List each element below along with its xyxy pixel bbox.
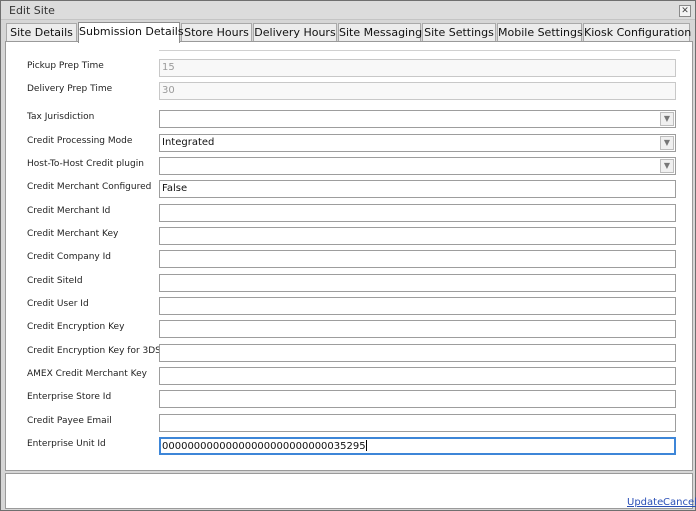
credit-processing-mode-select[interactable]: Integrated ▼ bbox=[159, 134, 676, 152]
tab-submission-details[interactable]: Submission Details bbox=[78, 22, 184, 43]
tab-kiosk-configuration[interactable]: Kiosk Configuration bbox=[583, 23, 691, 42]
chevron-down-icon[interactable]: ▼ bbox=[660, 159, 674, 173]
close-icon[interactable]: ✕ bbox=[679, 5, 691, 17]
credit-payee-email-field[interactable] bbox=[159, 414, 676, 432]
amex-credit-merchant-key-field[interactable] bbox=[159, 367, 676, 385]
credit-merchant-id-label: Credit Merchant Id bbox=[27, 206, 111, 216]
dialog-title: Edit Site bbox=[9, 4, 55, 17]
credit-merchant-key-field[interactable] bbox=[159, 227, 676, 245]
tab-site-settings[interactable]: Site Settings bbox=[422, 23, 496, 42]
credit-user-id-label: Credit User Id bbox=[27, 299, 89, 309]
form-row-pickup-prep-time: Pickup Prep Time 15 bbox=[6, 59, 694, 77]
credit-encryption-key-3ds-label: Credit Encryption Key for 3DS bbox=[27, 346, 161, 356]
tax-jurisdiction-label: Tax Jurisdiction bbox=[27, 112, 95, 122]
text-caret bbox=[365, 440, 367, 451]
form-row-credit-encryption-key: Credit Encryption Key bbox=[6, 320, 694, 338]
chevron-down-icon[interactable]: ▼ bbox=[660, 112, 674, 126]
credit-user-id-field[interactable] bbox=[159, 297, 676, 315]
credit-merchant-id-field[interactable] bbox=[159, 204, 676, 222]
form-row-enterprise-store-id: Enterprise Store Id bbox=[6, 390, 694, 408]
credit-payee-email-label: Credit Payee Email bbox=[27, 416, 112, 426]
delivery-prep-time-field: 30 bbox=[159, 82, 676, 100]
form-row-credit-merchant-id: Credit Merchant Id bbox=[6, 204, 694, 222]
delivery-prep-time-label: Delivery Prep Time bbox=[27, 84, 113, 94]
update-link[interactable]: Update bbox=[627, 497, 663, 508]
enterprise-unit-id-label: Enterprise Unit Id bbox=[27, 439, 106, 449]
tab-bar: Site Details Submission Details Store Ho… bbox=[6, 22, 692, 43]
form-row-credit-payee-email: Credit Payee Email bbox=[6, 414, 694, 432]
form-row-credit-processing-mode: Credit Processing Mode Integrated ▼ bbox=[6, 134, 694, 152]
tab-delivery-hours[interactable]: Delivery Hours bbox=[253, 23, 337, 42]
credit-company-id-label: Credit Company Id bbox=[27, 252, 111, 262]
credit-merchant-key-label: Credit Merchant Key bbox=[27, 229, 119, 239]
form-row-amex-credit-merchant-key: AMEX Credit Merchant Key bbox=[6, 367, 694, 385]
enterprise-unit-id-value: 00000000000000000000000000035295 bbox=[162, 441, 366, 452]
pickup-prep-time-field: 15 bbox=[159, 59, 676, 77]
credit-company-id-field[interactable] bbox=[159, 250, 676, 268]
form-row-credit-siteid: Credit SiteId bbox=[6, 274, 694, 292]
edit-site-dialog: Edit Site ✕ Site Details Submission Deta… bbox=[0, 0, 696, 511]
submission-details-panel: Pickup Prep Time 15 Delivery Prep Time 3… bbox=[5, 41, 693, 471]
form-row-credit-encryption-key-3ds: Credit Encryption Key for 3DS bbox=[6, 344, 694, 362]
credit-siteid-field[interactable] bbox=[159, 274, 676, 292]
enterprise-store-id-field[interactable] bbox=[159, 390, 676, 408]
amex-credit-merchant-key-label: AMEX Credit Merchant Key bbox=[27, 369, 147, 379]
form-row-credit-merchant-key: Credit Merchant Key bbox=[6, 227, 694, 245]
tab-mobile-settings[interactable]: Mobile Settings bbox=[497, 23, 583, 42]
credit-siteid-label: Credit SiteId bbox=[27, 276, 83, 286]
credit-merchant-configured-label: Credit Merchant Configured bbox=[27, 182, 152, 192]
chevron-down-icon[interactable]: ▼ bbox=[660, 136, 674, 150]
tab-site-details[interactable]: Site Details bbox=[6, 23, 77, 42]
credit-encryption-key-field[interactable] bbox=[159, 320, 676, 338]
credit-encryption-key-label: Credit Encryption Key bbox=[27, 322, 125, 332]
form-row-delivery-prep-time: Delivery Prep Time 30 bbox=[6, 82, 694, 100]
form-row-credit-company-id: Credit Company Id bbox=[6, 250, 694, 268]
tax-jurisdiction-select[interactable]: ▼ bbox=[159, 110, 676, 128]
form-row-host-to-host-plugin: Host-To-Host Credit plugin ▼ bbox=[6, 157, 694, 175]
host-to-host-plugin-label: Host-To-Host Credit plugin bbox=[27, 159, 144, 169]
host-to-host-plugin-select[interactable]: ▼ bbox=[159, 157, 676, 175]
tab-site-messaging[interactable]: Site Messaging bbox=[338, 23, 422, 42]
form-row-credit-merchant-configured: Credit Merchant Configured False bbox=[6, 180, 694, 198]
cancel-link[interactable]: Cancel bbox=[663, 497, 696, 508]
credit-processing-mode-value: Integrated bbox=[162, 137, 215, 148]
form-row-enterprise-unit-id: Enterprise Unit Id 000000000000000000000… bbox=[6, 437, 694, 455]
tab-store-hours[interactable]: Store Hours bbox=[181, 23, 252, 42]
form-row-tax-jurisdiction: Tax Jurisdiction ▼ bbox=[6, 110, 694, 128]
section-divider bbox=[159, 50, 680, 51]
credit-encryption-key-3ds-field[interactable] bbox=[159, 344, 676, 362]
form-row-credit-user-id: Credit User Id bbox=[6, 297, 694, 315]
enterprise-store-id-label: Enterprise Store Id bbox=[27, 392, 112, 402]
pickup-prep-time-label: Pickup Prep Time bbox=[27, 61, 104, 71]
dialog-footer: Update Cancel bbox=[5, 473, 696, 509]
credit-processing-mode-label: Credit Processing Mode bbox=[27, 136, 133, 146]
dialog-titlebar: Edit Site ✕ bbox=[1, 1, 695, 20]
credit-merchant-configured-field[interactable]: False bbox=[159, 180, 676, 198]
enterprise-unit-id-field[interactable]: 00000000000000000000000000035295 bbox=[159, 437, 676, 455]
